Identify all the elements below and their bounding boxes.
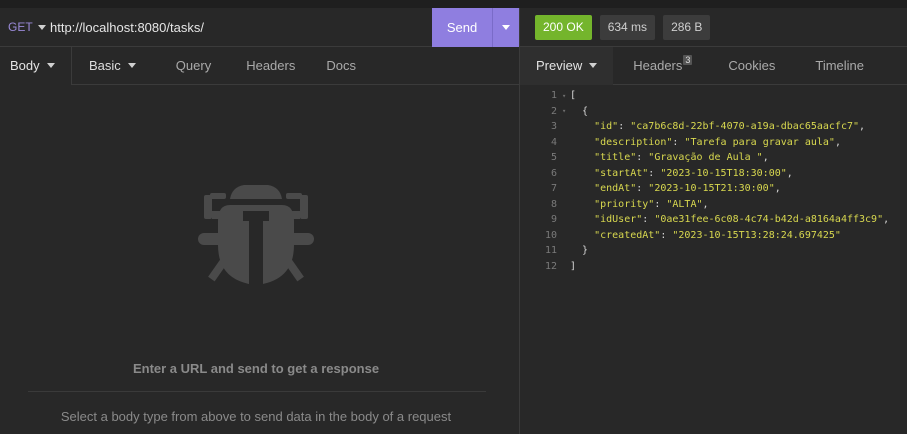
chevron-down-icon — [502, 24, 510, 30]
tab-docs[interactable]: Docs — [309, 47, 370, 85]
json-key: "startAt" — [594, 167, 649, 179]
json-value: "0ae31fee-6c08-4c74-b42d-a8164a4ff3c9" — [654, 214, 884, 226]
url-input[interactable] — [48, 8, 432, 46]
tab-response-headers-label: Headers — [633, 58, 683, 73]
tab-headers[interactable]: Headers — [225, 47, 309, 85]
json-key: "title" — [594, 152, 637, 164]
line-number: 6 — [550, 167, 557, 179]
response-size-badge: 286 B — [663, 14, 711, 40]
chevron-down-icon — [37, 24, 46, 30]
json-bracket: ] — [570, 260, 577, 272]
json-key: "createdAt" — [594, 229, 661, 241]
json-bracket: [ — [570, 90, 577, 102]
json-value: "2023-10-15T18:30:00" — [660, 167, 787, 179]
line-number: 11 — [544, 245, 557, 257]
json-value: "Tarefa para gravar aula" — [684, 136, 835, 148]
code-line: 3 "id": "ca7b6c8d-22bf-4070-a19a-dbac65a… — [520, 119, 907, 135]
headers-count-badge: 3 — [683, 54, 693, 65]
code-line: 9 "idUser": "0ae31fee-6c08-4c74-b42d-a81… — [520, 212, 907, 228]
tab-preview[interactable]: Preview — [520, 46, 614, 85]
code-line: 7 "endAt": "2023-10-15T21:30:00", — [520, 181, 907, 197]
json-value: "2023-10-15T13:28:24.697425" — [672, 229, 841, 241]
json-key: "endAt" — [594, 183, 637, 195]
code-line: 4 "description": "Tarefa para gravar aul… — [520, 135, 907, 151]
line-number: 8 — [550, 198, 557, 210]
line-number: 3 — [550, 121, 557, 133]
body-type-selector[interactable]: Basic — [72, 47, 150, 85]
chevron-down-icon — [46, 63, 55, 68]
line-number: 12 — [544, 260, 557, 272]
json-value: "Gravação de Aula " — [648, 152, 763, 164]
response-time-badge: 634 ms — [599, 14, 656, 40]
code-line: 2 ▾ { — [520, 104, 907, 120]
tab-query[interactable]: Query — [150, 47, 225, 85]
request-body-empty-state: Enter a URL and send to get a response S… — [0, 86, 519, 434]
fold-toggle-icon[interactable]: ▾ — [562, 92, 570, 100]
method-selector[interactable]: GET — [0, 20, 48, 34]
tab-body[interactable]: Body — [0, 46, 72, 85]
tab-body-label: Body — [10, 58, 40, 73]
json-key: "description" — [594, 136, 673, 148]
code-line: 5 "title": "Gravação de Aula ", — [520, 150, 907, 166]
tab-response-headers[interactable]: Headers 3 — [613, 47, 706, 85]
line-number: 7 — [550, 183, 557, 195]
line-number: 5 — [550, 152, 557, 164]
response-json-viewer[interactable]: 1 ▾[2 ▾ {3 "id": "ca7b6c8d-22bf-4070-a19a-… — [520, 88, 907, 274]
chevron-down-icon — [589, 63, 598, 68]
response-tabs: Preview Headers 3 Cookies Timeline — [520, 46, 907, 85]
json-key: "priority" — [594, 198, 655, 210]
line-number: 2 — [550, 105, 557, 117]
status-badge: 200 OK — [535, 14, 592, 40]
send-options-button[interactable] — [492, 7, 519, 47]
json-key: "id" — [594, 121, 619, 133]
code-line: 11 } — [520, 243, 907, 259]
url-bar: GET Send — [0, 7, 519, 47]
json-bracket: } — [570, 245, 589, 257]
divider — [28, 391, 486, 392]
line-number: 9 — [550, 214, 557, 226]
empty-state-title: Enter a URL and send to get a response — [132, 361, 380, 376]
code-line: 12] — [520, 259, 907, 275]
method-label: GET — [8, 20, 33, 34]
request-tabs: Body Basic Query Headers Docs — [0, 46, 519, 85]
line-number: 4 — [550, 136, 557, 148]
json-bracket: { — [570, 105, 589, 117]
empty-state-hint: Select a body type from above to send da… — [60, 409, 452, 424]
json-value: "ca7b6c8d-22bf-4070-a19a-dbac65aacfc7" — [630, 121, 860, 133]
code-line: 10 "createdAt": "2023-10-15T13:28:24.697… — [520, 228, 907, 244]
code-line: 6 "startAt": "2023-10-15T18:30:00", — [520, 166, 907, 182]
bug-icon — [198, 185, 314, 285]
chevron-down-icon — [127, 63, 136, 68]
tab-preview-label: Preview — [536, 58, 583, 73]
code-line: 1 ▾[ — [520, 88, 907, 104]
fold-toggle-icon[interactable]: ▾ — [562, 107, 570, 115]
json-key: "idUser" — [594, 214, 643, 226]
json-value: "ALTA" — [666, 198, 703, 210]
code-line: 8 "priority": "ALTA", — [520, 197, 907, 213]
tab-timeline[interactable]: Timeline — [789, 47, 878, 85]
line-number: 10 — [544, 229, 557, 241]
json-value: "2023-10-15T21:30:00" — [648, 183, 775, 195]
body-type-label: Basic — [89, 58, 121, 73]
tab-cookies[interactable]: Cookies — [706, 47, 789, 85]
response-status-bar: 200 OK 634 ms 286 B — [520, 8, 907, 47]
send-button[interactable]: Send — [432, 7, 492, 47]
line-number: 1 — [550, 90, 557, 102]
